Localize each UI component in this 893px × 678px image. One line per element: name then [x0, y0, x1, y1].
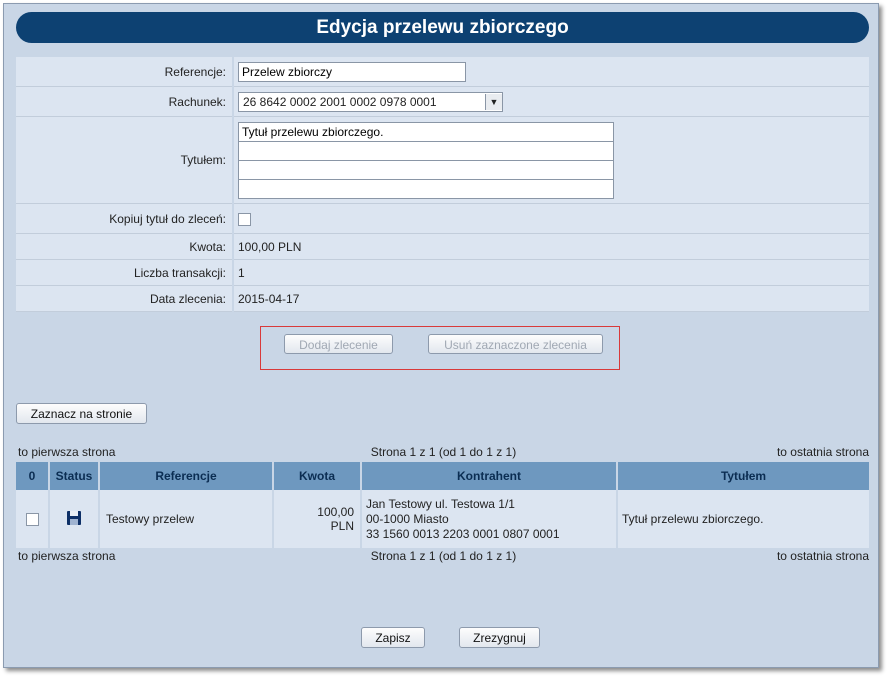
pager-last-link[interactable]: to ostatnia strona [777, 445, 869, 459]
title-lines [238, 121, 869, 199]
title-line-2[interactable] [238, 140, 614, 160]
row-title: Tytuł przelewu zbiorczego. [617, 490, 869, 548]
form-row-account: Rachunek: 26 8642 0002 2001 0002 0978 00… [16, 86, 869, 117]
row-reference: Testowy przelew [99, 490, 274, 548]
account-select-value: 26 8642 0002 2001 0002 0978 0001 [243, 94, 437, 109]
row-amount-currency: PLN [330, 519, 354, 533]
title-label: Tytułem: [16, 116, 234, 204]
pager-bottom: to pierwsza strona Strona 1 z 1 (od 1 do… [18, 549, 869, 563]
pager-info: Strona 1 z 1 (od 1 do 1 z 1) [370, 549, 517, 563]
tx-count-value: 1 [233, 259, 869, 286]
amount-label: Kwota: [16, 233, 234, 260]
orders-table: 0 Status Referencje Kwota Kontrahent Tyt… [16, 462, 869, 548]
col-header-amount: Kwota [273, 462, 362, 490]
title-line-4[interactable] [238, 178, 614, 199]
chevron-down-icon[interactable]: ▼ [485, 93, 502, 110]
form-row-date: Data zlecenia: 2015-04-17 [16, 285, 869, 312]
form-row-copy-title: Kopiuj tytuł do zleceń: [16, 203, 869, 234]
table-row: Testowy przelew 100,00 PLN Jan Testowy u… [16, 490, 869, 548]
form-row-tx-count: Liczba transakcji: 1 [16, 259, 869, 286]
col-header-status: Status [49, 462, 100, 490]
col-header-select: 0 [16, 462, 50, 490]
pager-last-link[interactable]: to ostatnia strona [777, 549, 869, 563]
page-title: Edycja przelewu zbiorczego [16, 12, 869, 43]
add-order-button[interactable]: Dodaj zlecenie [284, 334, 393, 354]
transfer-form: Referencje: Rachunek: 26 8642 0002 2001 … [16, 57, 869, 312]
form-row-amount: Kwota: 100,00 PLN [16, 233, 869, 260]
amount-value: 100,00 PLN [233, 233, 869, 260]
row-select-checkbox[interactable] [25, 513, 39, 527]
account-label: Rachunek: [16, 86, 234, 117]
reference-input[interactable] [238, 61, 466, 82]
copy-title-checkbox[interactable] [238, 212, 251, 226]
account-select[interactable]: 26 8642 0002 2001 0002 0978 0001 ▼ [238, 91, 503, 112]
select-page-button[interactable]: Zaznacz na stronie [16, 403, 147, 424]
table-header: 0 Status Referencje Kwota Kontrahent Tyt… [16, 462, 869, 490]
col-header-contractor: Kontrahent [361, 462, 618, 490]
form-row-title: Tytułem: [16, 116, 869, 204]
cancel-button[interactable]: Zrezygnuj [459, 627, 540, 648]
row-contractor-city: 00-1000 Miasto [366, 511, 449, 526]
reference-label: Referencje: [16, 57, 234, 87]
form-row-reference: Referencje: [16, 57, 869, 87]
tx-count-label: Liczba transakcji: [16, 259, 234, 286]
window-frame: Edycja przelewu zbiorczego Referencje: R… [3, 3, 879, 668]
pager-top: to pierwsza strona Strona 1 z 1 (od 1 do… [18, 445, 869, 459]
row-amount: 100,00 PLN [273, 490, 362, 548]
title-line-3[interactable] [238, 159, 614, 179]
col-header-title: Tytułem [617, 462, 869, 490]
row-contractor: Jan Testowy ul. Testowa 1/1 00-1000 Mias… [361, 490, 618, 548]
floppy-disk-icon [67, 510, 81, 525]
date-label: Data zlecenia: [16, 285, 234, 312]
copy-title-label: Kopiuj tytuł do zleceń: [16, 203, 234, 234]
remove-selected-button[interactable]: Usuń zaznaczone zlecenia [428, 334, 603, 354]
pager-info: Strona 1 z 1 (od 1 do 1 z 1) [370, 445, 517, 459]
col-header-reference: Referencje [99, 462, 274, 490]
title-line-1[interactable] [238, 121, 614, 141]
date-value: 2015-04-17 [233, 285, 869, 312]
row-amount-value: 100,00 [317, 505, 354, 519]
save-button[interactable]: Zapisz [361, 627, 425, 648]
row-contractor-name: Jan Testowy ul. Testowa 1/1 [366, 496, 515, 511]
row-contractor-account: 33 1560 0013 2203 0001 0807 0001 [366, 526, 560, 541]
